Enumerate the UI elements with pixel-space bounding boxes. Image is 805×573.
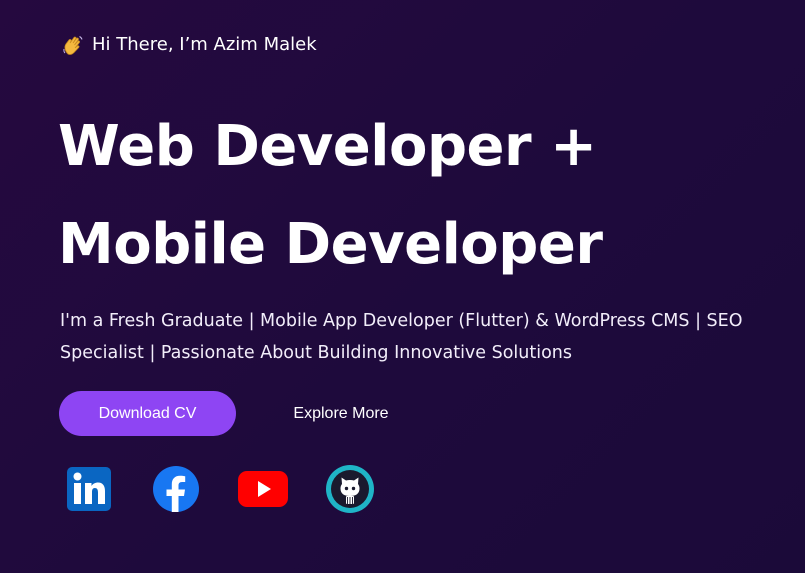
explore-more-button[interactable]: Explore More — [268, 391, 414, 436]
youtube-icon — [238, 470, 288, 512]
page-title: Web Developer + Mobile Developer — [58, 98, 603, 294]
greeting-text: Hi There, I’m Azim Malek — [92, 34, 317, 55]
facebook-icon — [152, 465, 200, 518]
linkedin-link[interactable] — [64, 466, 114, 516]
social-links — [64, 464, 375, 519]
waving-hand-icon — [62, 34, 84, 56]
headline-line-1: Web Developer + — [58, 114, 597, 179]
greeting: Hi There, I’m Azim Malek — [62, 33, 317, 57]
download-cv-button[interactable]: Download CV — [59, 391, 236, 436]
tagline: I'm a Fresh Graduate | Mobile App Develo… — [60, 311, 743, 363]
facebook-link[interactable] — [151, 465, 201, 518]
youtube-link[interactable] — [238, 466, 288, 516]
github-link[interactable] — [325, 464, 375, 519]
hero-section: Hi There, I’m Azim Malek Web Developer +… — [0, 0, 805, 573]
linkedin-icon — [66, 466, 112, 517]
headline-line-2: Mobile Developer — [58, 212, 603, 277]
github-icon — [325, 464, 375, 519]
